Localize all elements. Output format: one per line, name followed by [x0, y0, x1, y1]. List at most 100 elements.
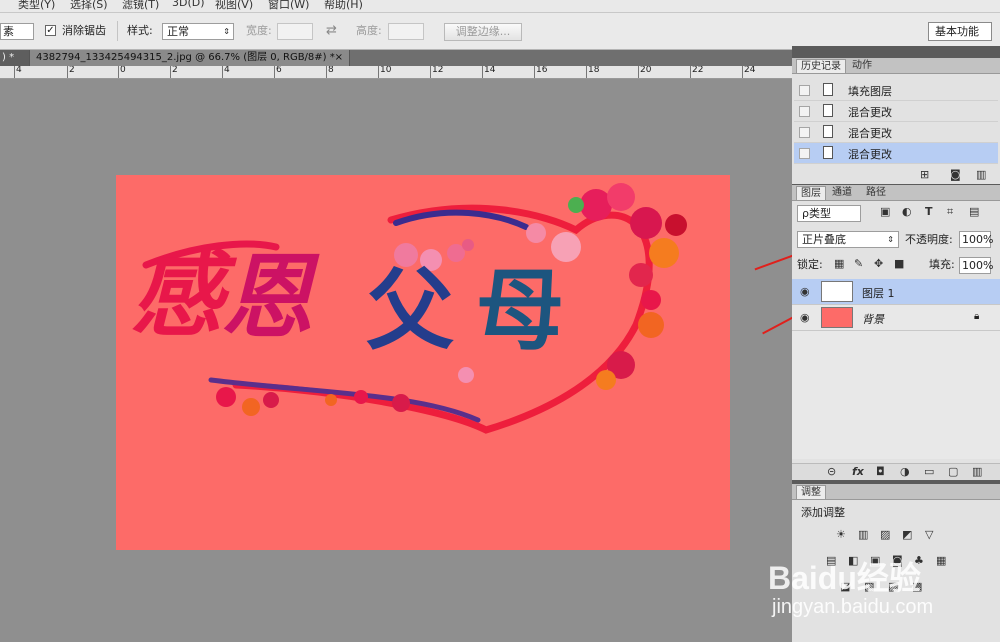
tab-channels[interactable]: 通道 — [828, 186, 856, 200]
menu-3d[interactable]: 3D(D) — [172, 0, 205, 9]
color-lookup-icon[interactable]: ▦ — [936, 554, 946, 567]
camera-icon[interactable]: ◙ — [950, 168, 961, 181]
ruler-label: 2 — [172, 66, 178, 75]
antialias-checkbox[interactable]: ✓ — [45, 25, 56, 36]
mask-icon[interactable]: ◘ — [876, 465, 885, 478]
ruler-label: 24 — [744, 66, 756, 75]
height-input[interactable] — [388, 23, 424, 40]
snapshot-checkbox[interactable] — [799, 85, 810, 96]
doc-tab-active[interactable]: 4382794_133425494315_2.jpg @ 66.7% (图层 0… — [30, 50, 350, 66]
levels-icon[interactable]: ▥ — [858, 528, 868, 541]
tab-history[interactable]: 历史记录 — [796, 59, 846, 73]
fill-label: 填充: — [929, 258, 955, 271]
lock-label: 锁定: — [797, 258, 823, 271]
menu-filter[interactable]: 滤镜(T) — [122, 0, 159, 12]
history-item[interactable]: 填充图层 — [794, 80, 998, 101]
blend-mode-select[interactable]: 正片叠底 ⇕ — [797, 231, 899, 248]
history-item[interactable]: 混合更改 — [794, 143, 998, 164]
group-icon[interactable]: ▭ — [924, 465, 934, 478]
options-bar: 素 ✓ 消除锯齿 样式: 正常 ⇕ 宽度: ⇄ 高度: 调整边缘... 基本功能 — [0, 13, 1000, 50]
lock-icon[interactable]: ■ — [894, 257, 904, 270]
blend-mode-value: 正片叠底 — [802, 233, 846, 246]
artwork-char: 父 — [366, 258, 455, 362]
menu-view[interactable]: 视图(V) — [215, 0, 253, 12]
doc-tab-prev[interactable]: ) * — [0, 50, 30, 66]
artwork-char: 感 — [131, 241, 224, 349]
menu-type[interactable]: 类型(Y) — [18, 0, 55, 12]
tab-paths[interactable]: 路径 — [862, 186, 890, 200]
artwork-char: 恩 — [221, 243, 314, 351]
height-label: 高度: — [356, 24, 382, 37]
type-filter-icon[interactable]: T — [925, 205, 933, 218]
exposure-icon[interactable]: ◩ — [902, 528, 912, 541]
menu-help[interactable]: 帮助(H) — [324, 0, 363, 12]
layers-panel: ρ类型 ▣ ◐ T ⌗ ▤ 正片叠底 ⇕ 不透明度: 100% 锁定: ▦ ✎ … — [792, 201, 1000, 480]
adjustment-icon[interactable]: ◑ — [900, 465, 910, 478]
layer-row[interactable]: ◉ 背景 🔒︎ — [792, 305, 1000, 331]
new-document-icon[interactable]: ⊞ — [920, 168, 929, 181]
fx-icon[interactable]: fx — [852, 465, 864, 478]
menu-window[interactable]: 窗口(W) — [268, 0, 309, 12]
history-panel: 填充图层 混合更改 混合更改 混合更改 ⊞ ◙ ▥ — [792, 74, 1000, 184]
history-item[interactable]: 混合更改 — [794, 101, 998, 122]
layer-row[interactable]: ◉ 图层 1 — [792, 279, 1000, 305]
snapshot-checkbox[interactable] — [799, 106, 810, 117]
close-icon[interactable]: × — [335, 50, 343, 65]
menu-select[interactable]: 选择(S) — [70, 0, 108, 12]
ruler-label: 6 — [276, 66, 282, 75]
new-layer-icon[interactable]: ▢ — [948, 465, 958, 478]
curves-icon[interactable]: ▨ — [880, 528, 890, 541]
tab-adjustments[interactable]: 调整 — [796, 485, 826, 499]
eye-icon[interactable]: ◉ — [800, 285, 810, 298]
trash-icon[interactable]: ▥ — [976, 168, 986, 181]
width-label: 宽度: — [246, 24, 272, 37]
width-input[interactable] — [277, 23, 313, 40]
image-filter-icon[interactable]: ▣ — [880, 205, 890, 218]
ruler-label: 2 — [69, 66, 75, 75]
vibrance-icon[interactable]: ▽ — [925, 528, 933, 541]
workspace-select[interactable]: 基本功能 — [928, 22, 992, 41]
document-icon — [823, 104, 833, 117]
ruler-label: 4 — [16, 66, 22, 75]
ruler-label: 4 — [224, 66, 230, 75]
shape-filter-icon[interactable]: ⌗ — [947, 205, 953, 219]
ruler-label: 22 — [692, 66, 704, 75]
adjustments-title: 添加调整 — [801, 506, 845, 519]
snapshot-checkbox[interactable] — [799, 148, 810, 159]
trash-icon[interactable]: ▥ — [972, 465, 982, 478]
antialias-label: 消除锯齿 — [62, 24, 106, 37]
style-select[interactable]: 正常 ⇕ — [162, 23, 234, 40]
ruler-label: 10 — [380, 66, 392, 75]
ruler-label: 14 — [484, 66, 496, 75]
refine-edge-button[interactable]: 调整边缘... — [444, 23, 522, 41]
opacity-input[interactable]: 100% — [959, 231, 993, 248]
document-icon — [823, 125, 833, 138]
layers-panel-tabs: 图层 通道 路径 — [792, 185, 1000, 201]
style-label: 样式: — [127, 24, 153, 37]
snapshot-checkbox[interactable] — [799, 127, 810, 138]
swap-icon[interactable]: ⇄ — [326, 23, 337, 38]
layer-name: 背景 — [862, 313, 884, 326]
brush-icon[interactable]: ✎ — [854, 257, 863, 270]
history-item-label: 混合更改 — [848, 127, 892, 140]
adjustments-panel-tabs: 调整 — [792, 484, 1000, 500]
layer-filter-select[interactable]: ρ类型 — [797, 205, 861, 222]
document-tab-bar: ) * 4382794_133425494315_2.jpg @ 66.7% (… — [0, 50, 792, 66]
eye-icon[interactable]: ◉ — [800, 311, 810, 324]
artwork-graphic — [142, 183, 687, 434]
smart-object-filter-icon[interactable]: ▤ — [969, 205, 979, 218]
feather-input[interactable]: 素 — [0, 23, 34, 40]
brightness-icon[interactable]: ☀ — [836, 528, 846, 541]
ruler-label: 8 — [328, 66, 334, 75]
ruler-label: 16 — [536, 66, 548, 75]
history-item[interactable]: 混合更改 — [794, 122, 998, 143]
tab-layers[interactable]: 图层 — [796, 186, 826, 200]
adjustment-filter-icon[interactable]: ◐ — [902, 205, 912, 218]
ruler-label: 12 — [432, 66, 444, 75]
link-icon[interactable]: ⊝ — [827, 465, 836, 478]
fill-input[interactable]: 100% — [959, 257, 993, 274]
document-canvas[interactable]: 感 恩 父 母 — [116, 175, 730, 550]
lock-transparent-icon[interactable]: ▦ — [834, 257, 844, 270]
tab-actions[interactable]: 动作 — [848, 59, 876, 73]
move-icon[interactable]: ✥ — [874, 257, 883, 270]
